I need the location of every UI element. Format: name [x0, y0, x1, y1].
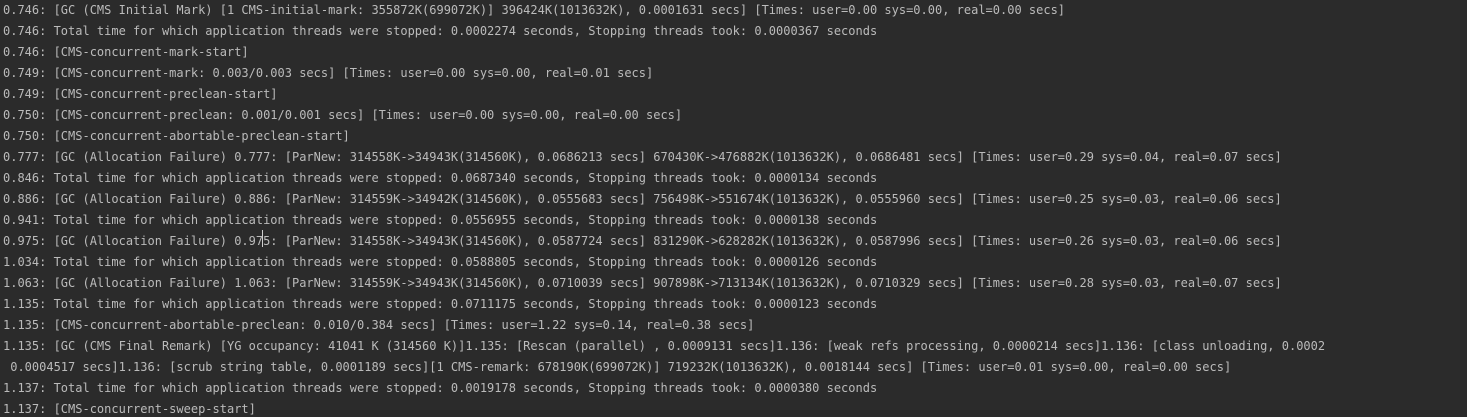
log-line: 1.063: [GC (Allocation Failure) 1.063: [… — [3, 276, 1282, 290]
log-line: 0.746: Total time for which application … — [3, 24, 878, 38]
log-line: 0.0004517 secs]1.136: [scrub string tabl… — [3, 360, 1232, 374]
log-line: 1.137: [CMS-concurrent-sweep-start] — [3, 402, 256, 416]
log-line: 1.034: Total time for which application … — [3, 255, 878, 269]
log-line: 0.749: [CMS-concurrent-preclean-start] — [3, 87, 278, 101]
log-line: 0.886: [GC (Allocation Failure) 0.886: [… — [3, 192, 1282, 206]
text-cursor — [262, 230, 263, 247]
log-line: 0.746: [CMS-concurrent-mark-start] — [3, 45, 249, 59]
log-line: 0.846: Total time for which application … — [3, 171, 878, 185]
console-output[interactable]: 0.746: [GC (CMS Initial Mark) [1 CMS-ini… — [0, 0, 1467, 417]
log-line: 1.137: Total time for which application … — [3, 381, 878, 395]
log-line: 0.749: [CMS-concurrent-mark: 0.003/0.003… — [3, 66, 654, 80]
log-line: 0.746: [GC (CMS Initial Mark) [1 CMS-ini… — [3, 3, 1066, 17]
log-line: 0.750: [CMS-concurrent-abortable-preclea… — [3, 129, 350, 143]
log-line: 0.975: [GC (Allocation Failure) 0.975: [… — [3, 234, 1282, 248]
log-line: 0.941: Total time for which application … — [3, 213, 878, 227]
log-line: 1.135: [CMS-concurrent-abortable-preclea… — [3, 318, 755, 332]
log-line: 1.135: Total time for which application … — [3, 297, 878, 311]
log-line: 0.750: [CMS-concurrent-preclean: 0.001/0… — [3, 108, 683, 122]
log-line: 0.777: [GC (Allocation Failure) 0.777: [… — [3, 150, 1282, 164]
log-line: 1.135: [GC (CMS Final Remark) [YG occupa… — [3, 339, 1326, 353]
